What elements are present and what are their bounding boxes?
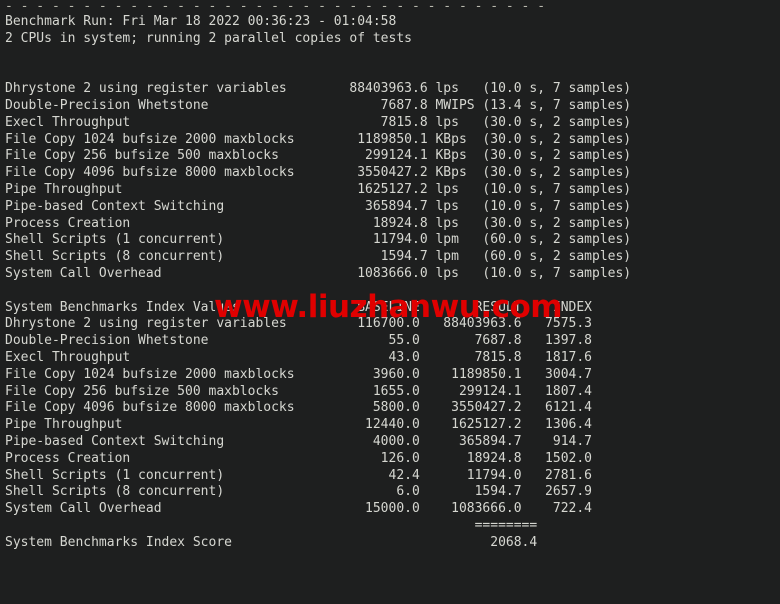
benchmark-run-line: Benchmark Run: Fri Mar 18 2022 00:36:23 …: [5, 14, 397, 29]
index-table-header: System Benchmarks Index Values BASELINE …: [5, 299, 592, 315]
result-row: Execl Throughput 7815.8 lps (30.0 s, 2 s…: [5, 114, 632, 130]
result-row: Process Creation 18924.8 lps (30.0 s, 2 …: [5, 215, 632, 231]
index-row: Dhrystone 2 using register variables 116…: [5, 316, 592, 332]
index-row: Shell Scripts (1 concurrent) 42.4 11794.…: [5, 467, 592, 483]
index-row: Execl Throughput 43.0 7815.8 1817.6: [5, 349, 592, 365]
index-row: Pipe-based Context Switching 4000.0 3658…: [5, 433, 592, 449]
terminal-window: - - - - - - - - - - - - - - - - - - - - …: [0, 0, 780, 604]
index-row: File Copy 1024 bufsize 2000 maxblocks 39…: [5, 366, 592, 382]
result-row: Shell Scripts (8 concurrent) 1594.7 lpm …: [5, 249, 632, 265]
index-row: Double-Precision Whetstone 55.0 7687.8 1…: [5, 333, 592, 349]
score-divider: ========: [5, 517, 538, 533]
index-score-line: System Benchmarks Index Score 2068.4: [5, 534, 538, 550]
result-row: Pipe-based Context Switching 365894.7 lp…: [5, 198, 632, 214]
index-row: Pipe Throughput 12440.0 1625127.2 1306.4: [5, 417, 592, 433]
result-row: File Copy 1024 bufsize 2000 maxblocks 11…: [5, 131, 632, 147]
index-row: System Call Overhead 15000.0 1083666.0 7…: [5, 501, 592, 517]
result-row: Shell Scripts (1 concurrent) 11794.0 lpm…: [5, 232, 632, 248]
cpu-info-line: 2 CPUs in system; running 2 parallel cop…: [5, 30, 412, 46]
result-row: Double-Precision Whetstone 7687.8 MWIPS …: [5, 97, 632, 113]
top-separator-rule: - - - - - - - - - - - - - - - - - - - - …: [5, 0, 546, 14]
index-row: File Copy 256 bufsize 500 maxblocks 1655…: [5, 383, 592, 399]
result-row: File Copy 4096 bufsize 8000 maxblocks 35…: [5, 165, 632, 181]
index-row: File Copy 4096 bufsize 8000 maxblocks 58…: [5, 400, 592, 416]
result-row: Dhrystone 2 using register variables 884…: [5, 81, 632, 97]
result-row: Pipe Throughput 1625127.2 lps (10.0 s, 7…: [5, 181, 632, 197]
result-row: File Copy 256 bufsize 500 maxblocks 2991…: [5, 148, 632, 164]
index-row: Process Creation 126.0 18924.8 1502.0: [5, 450, 592, 466]
result-row: System Call Overhead 1083666.0 lps (10.0…: [5, 265, 632, 281]
index-row: Shell Scripts (8 concurrent) 6.0 1594.7 …: [5, 484, 592, 500]
